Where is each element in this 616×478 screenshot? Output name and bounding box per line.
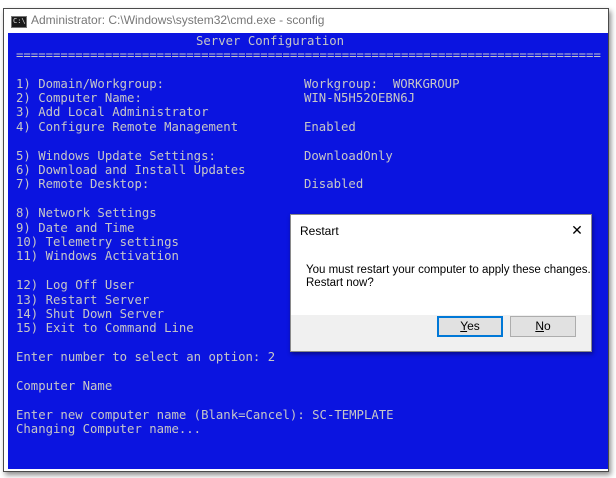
menu-value-5: DownloadOnly (304, 149, 393, 163)
menu-item-6: 6) Download and Install Updates (16, 163, 246, 177)
menu-item-12: 12) Log Off User (16, 278, 135, 292)
status-line: Changing Computer name... (16, 422, 202, 436)
menu-value-7: Disabled (304, 177, 364, 191)
menu-item-14: 14) Shut Down Server (16, 307, 165, 321)
window-title: Administrator: C:\Windows\system32\cmd.e… (31, 13, 325, 27)
close-icon[interactable]: ✕ (569, 223, 585, 239)
menu-item-4: 4) Configure Remote Management (16, 120, 239, 134)
yes-button[interactable]: Yes (437, 316, 503, 337)
menu-item-1: 1) Domain/Workgroup: (16, 77, 165, 91)
menu-value-4: Enabled (304, 120, 356, 134)
menu-item-11: 11) Windows Activation (16, 249, 179, 263)
no-button[interactable]: No (510, 316, 576, 337)
dialog-titlebar[interactable]: Restart ✕ (291, 215, 591, 245)
console-separator: ========================================… (16, 48, 601, 62)
menu-item-10: 10) Telemetry settings (16, 235, 179, 249)
cmd-console-icon: C:\ (11, 16, 27, 28)
menu-item-7: 7) Remote Desktop: (16, 177, 150, 191)
dialog-message-line-1: You must restart your computer to apply … (306, 264, 591, 276)
window-titlebar[interactable]: C:\ Administrator: C:\Windows\system32\c… (4, 9, 608, 33)
option-prompt: Enter number to select an option: 2 (16, 350, 276, 364)
restart-dialog: Restart ✕ You must restart your computer… (290, 214, 592, 352)
menu-item-8: 8) Network Settings (16, 206, 157, 220)
menu-value-2: WIN-N5H52OEBN6J (304, 91, 416, 105)
console-scrollbar[interactable] (604, 33, 608, 469)
menu-item-9: 9) Date and Time (16, 221, 135, 235)
menu-item-3: 3) Add Local Administrator (16, 105, 209, 119)
yes-label: es (467, 319, 480, 333)
menu-item-2: 2) Computer Name: (16, 91, 142, 105)
menu-item-13: 13) Restart Server (16, 293, 150, 307)
menu-value-1: Workgroup: WORKGROUP (304, 77, 460, 91)
computer-name-prompt: Enter new computer name (Blank=Cancel): … (16, 408, 394, 422)
dialog-title: Restart (300, 224, 339, 238)
dialog-message-line-2: Restart now? (306, 277, 374, 289)
menu-item-5: 5) Windows Update Settings: (16, 149, 216, 163)
dialog-body: You must restart your computer to apply … (291, 245, 591, 315)
console-heading: Server Configuration (196, 34, 345, 48)
section-heading: Computer Name (16, 379, 113, 393)
menu-item-15: 15) Exit to Command Line (16, 321, 194, 335)
no-label: o (543, 319, 551, 333)
no-mnemonic: N (535, 319, 544, 333)
